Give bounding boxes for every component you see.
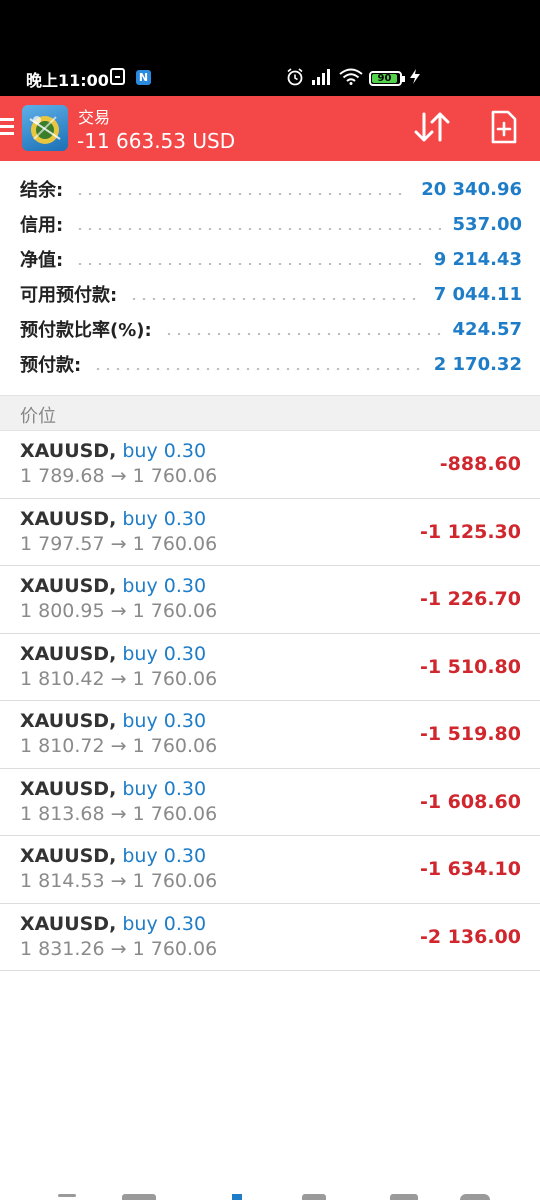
battery-level: 90 [372,74,397,84]
position-symbol: XAUUSD, [20,507,117,530]
summary-value: 424.57 [452,318,522,340]
position-profit: -2 136.00 [419,925,521,948]
status-time: 晚上11:00 [26,71,109,90]
position-symbol: XAUUSD, [20,912,117,935]
position-type: buy 0.30 [122,507,207,530]
section-title: 价位 [20,406,56,427]
position-profit: -1 634.10 [419,858,521,880]
summary-row-margin: 预付款: 2 170.32 [20,347,522,381]
position-type: buy 0.30 [122,912,207,935]
position-symbol: XAUUSD, [20,440,117,462]
position-symbol: XAUUSD, [20,777,117,800]
summary-row-margin-level: 预付款比率(%): 424.57 [20,312,522,346]
note-icon [110,68,125,85]
app-header: 交易 -11 663.53 USD [0,96,540,161]
page-title: 交易 [78,108,111,127]
position-row[interactable]: XAUUSD, buy 0.30 1 814.53 → 1 760.06 -1 … [0,836,540,904]
nav-chart-icon[interactable] [122,1194,156,1200]
nav-quotes-icon[interactable] [58,1194,76,1197]
alarm-icon [287,68,303,86]
nav-trade-icon[interactable] [232,1194,242,1200]
position-prices: 1 800.95 → 1 760.06 [20,600,218,622]
nav-history-icon[interactable] [302,1194,326,1200]
summary-value: 2 170.32 [433,353,522,375]
positions-list: XAUUSD, buy 0.30 1 789.68 → 1 760.06 -88… [0,431,540,971]
position-prices: 1 797.57 → 1 760.06 [20,532,218,555]
status-bar: 晚上11:00 N 90 [0,0,540,96]
position-prices: 1 810.72 → 1 760.06 [20,735,218,757]
dotted-leader [75,263,422,265]
position-profit: -1 510.80 [419,655,521,678]
position-row[interactable]: XAUUSD, buy 0.30 1 810.42 → 1 760.06 -1 … [0,634,540,701]
position-row[interactable]: XAUUSD, buy 0.30 1 813.68 → 1 760.06 -1 … [0,769,540,836]
position-row[interactable]: XAUUSD, buy 0.30 1 800.95 → 1 760.06 -1 … [0,566,540,634]
summary-label: 信用: [20,215,64,236]
dotted-leader [75,228,441,230]
summary-value: 9 214.43 [433,248,522,270]
new-order-icon[interactable] [490,110,518,144]
dotted-leader [163,333,441,335]
summary-value: 20 340.96 [421,178,522,200]
summary-row-free-margin: 可用预付款: 7 044.11 [20,277,522,311]
position-profit: -888.60 [439,453,521,475]
position-prices: 1 814.53 → 1 760.06 [20,870,218,892]
position-profit: -1 125.30 [419,520,521,543]
signal-icon [312,69,330,85]
summary-label: 可用预付款: [20,285,118,306]
logo-graphic [29,116,61,144]
position-type: buy 0.30 [122,642,207,665]
summary-value: 7 044.11 [433,283,522,305]
position-prices: 1 789.68 → 1 760.06 [20,465,218,487]
position-symbol: XAUUSD, [20,710,117,732]
summary-row-credit: 信用: 537.00 [20,207,522,241]
bottom-navigation [0,1184,540,1200]
position-symbol: XAUUSD, [20,575,117,597]
summary-label: 预付款比率(%): [20,320,152,341]
dotted-leader [129,298,422,300]
position-symbol: XAUUSD, [20,642,117,665]
total-profit: -11 663.53 USD [77,129,236,153]
summary-row-balance: 结余: 20 340.96 [20,172,522,206]
dotted-leader [93,368,422,370]
position-prices: 1 831.26 → 1 760.06 [20,937,218,960]
dotted-leader [75,193,410,195]
charging-icon [410,69,420,84]
metatrader-logo [22,105,68,151]
position-type: buy 0.30 [122,575,207,597]
position-type: buy 0.30 [122,845,207,867]
summary-value: 537.00 [452,213,522,235]
position-row[interactable]: XAUUSD, buy 0.30 1 810.72 → 1 760.06 -1 … [0,701,540,769]
position-profit: -1 608.60 [419,790,521,813]
summary-row-equity: 净值: 9 214.43 [20,242,522,276]
position-type: buy 0.30 [122,440,207,462]
wifi-icon [339,68,363,85]
position-row[interactable]: XAUUSD, buy 0.30 1 789.68 → 1 760.06 -88… [0,431,540,499]
position-type: buy 0.30 [122,777,207,800]
position-row[interactable]: XAUUSD, buy 0.30 1 797.57 → 1 760.06 -1 … [0,499,540,566]
nav-settings-icon[interactable] [460,1194,490,1200]
position-profit: -1 519.80 [419,723,521,745]
positions-section-header: 价位 [0,395,540,431]
position-type: buy 0.30 [122,710,207,732]
sort-icon[interactable] [414,112,450,142]
position-symbol: XAUUSD, [20,845,117,867]
position-row[interactable]: XAUUSD, buy 0.30 1 831.26 → 1 760.06 -2 … [0,904,540,971]
menu-icon[interactable] [0,118,14,136]
summary-label: 结余: [20,180,64,201]
nav-messages-icon[interactable] [390,1194,418,1200]
account-summary: 结余: 20 340.96 信用: 537.00 净值: 9 214.43 可用… [0,161,540,395]
summary-label: 预付款: [20,355,82,376]
position-prices: 1 810.42 → 1 760.06 [20,667,218,690]
summary-label: 净值: [20,250,64,271]
n-app-icon: N [136,70,151,85]
position-prices: 1 813.68 → 1 760.06 [20,802,218,825]
battery-icon: 90 [369,71,405,86]
position-profit: -1 226.70 [419,588,521,610]
